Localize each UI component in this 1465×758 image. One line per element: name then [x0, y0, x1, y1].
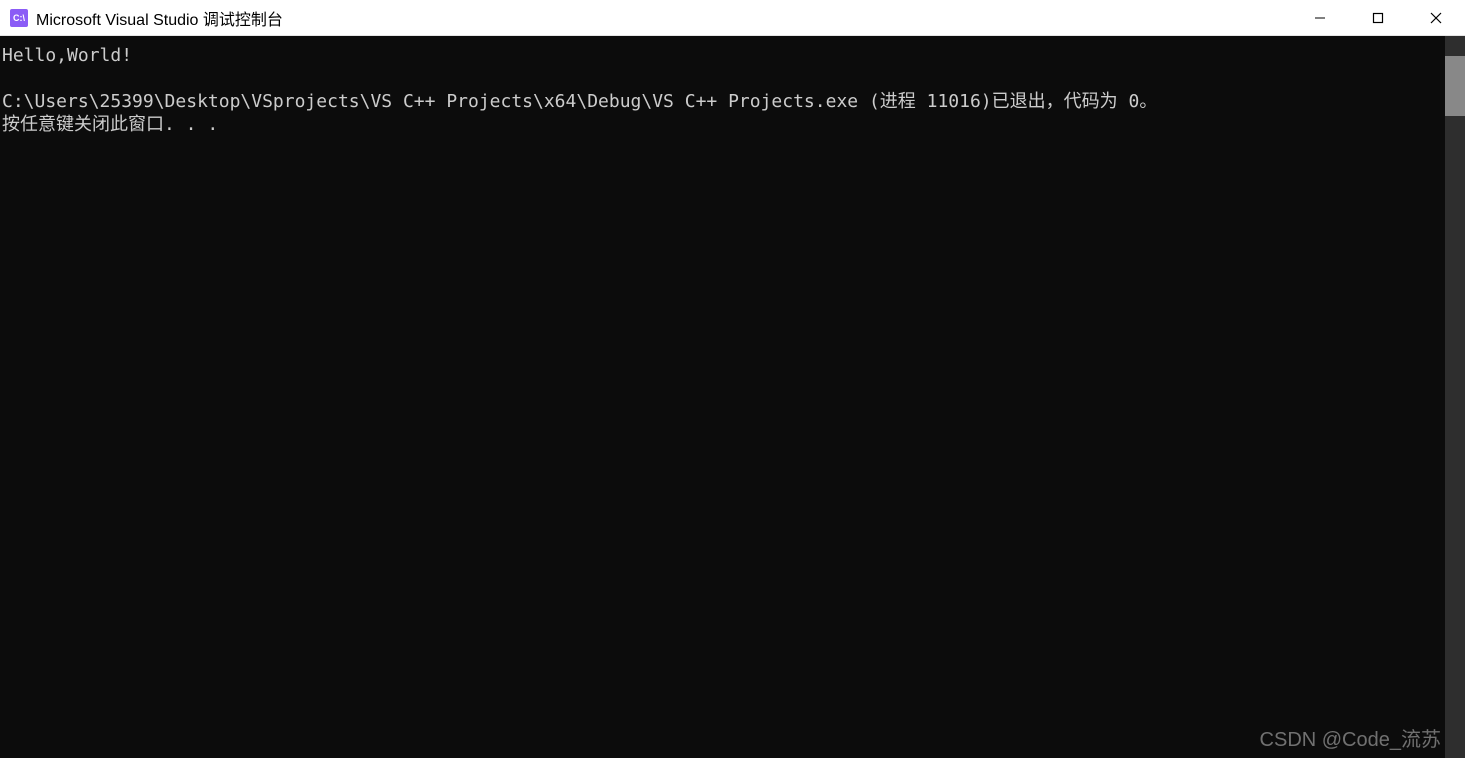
minimize-icon: [1314, 12, 1326, 24]
maximize-button[interactable]: [1349, 0, 1407, 35]
titlebar-left: C:\ Microsoft Visual Studio 调试控制台: [0, 6, 283, 30]
console-line: 按任意键关闭此窗口. . .: [2, 114, 218, 135]
close-button[interactable]: [1407, 0, 1465, 35]
minimize-button[interactable]: [1291, 0, 1349, 35]
close-icon: [1430, 12, 1442, 24]
console-area[interactable]: Hello,World! C:\Users\25399\Desktop\VSpr…: [0, 36, 1465, 758]
console-line: Hello,World!: [2, 45, 132, 66]
scrollbar-track[interactable]: [1445, 36, 1465, 758]
scrollbar-thumb[interactable]: [1445, 56, 1465, 116]
window-controls: [1291, 0, 1465, 35]
console-output: Hello,World! C:\Users\25399\Desktop\VSpr…: [0, 36, 1445, 758]
window-frame: C:\ Microsoft Visual Studio 调试控制台 Hello,…: [0, 0, 1465, 758]
app-icon: C:\: [10, 9, 28, 27]
console-line: C:\Users\25399\Desktop\VSprojects\VS C++…: [2, 91, 1157, 112]
titlebar[interactable]: C:\ Microsoft Visual Studio 调试控制台: [0, 0, 1465, 36]
watermark-text: CSDN @Code_流苏: [1260, 723, 1441, 752]
window-title: Microsoft Visual Studio 调试控制台: [36, 6, 283, 30]
maximize-icon: [1372, 12, 1384, 24]
